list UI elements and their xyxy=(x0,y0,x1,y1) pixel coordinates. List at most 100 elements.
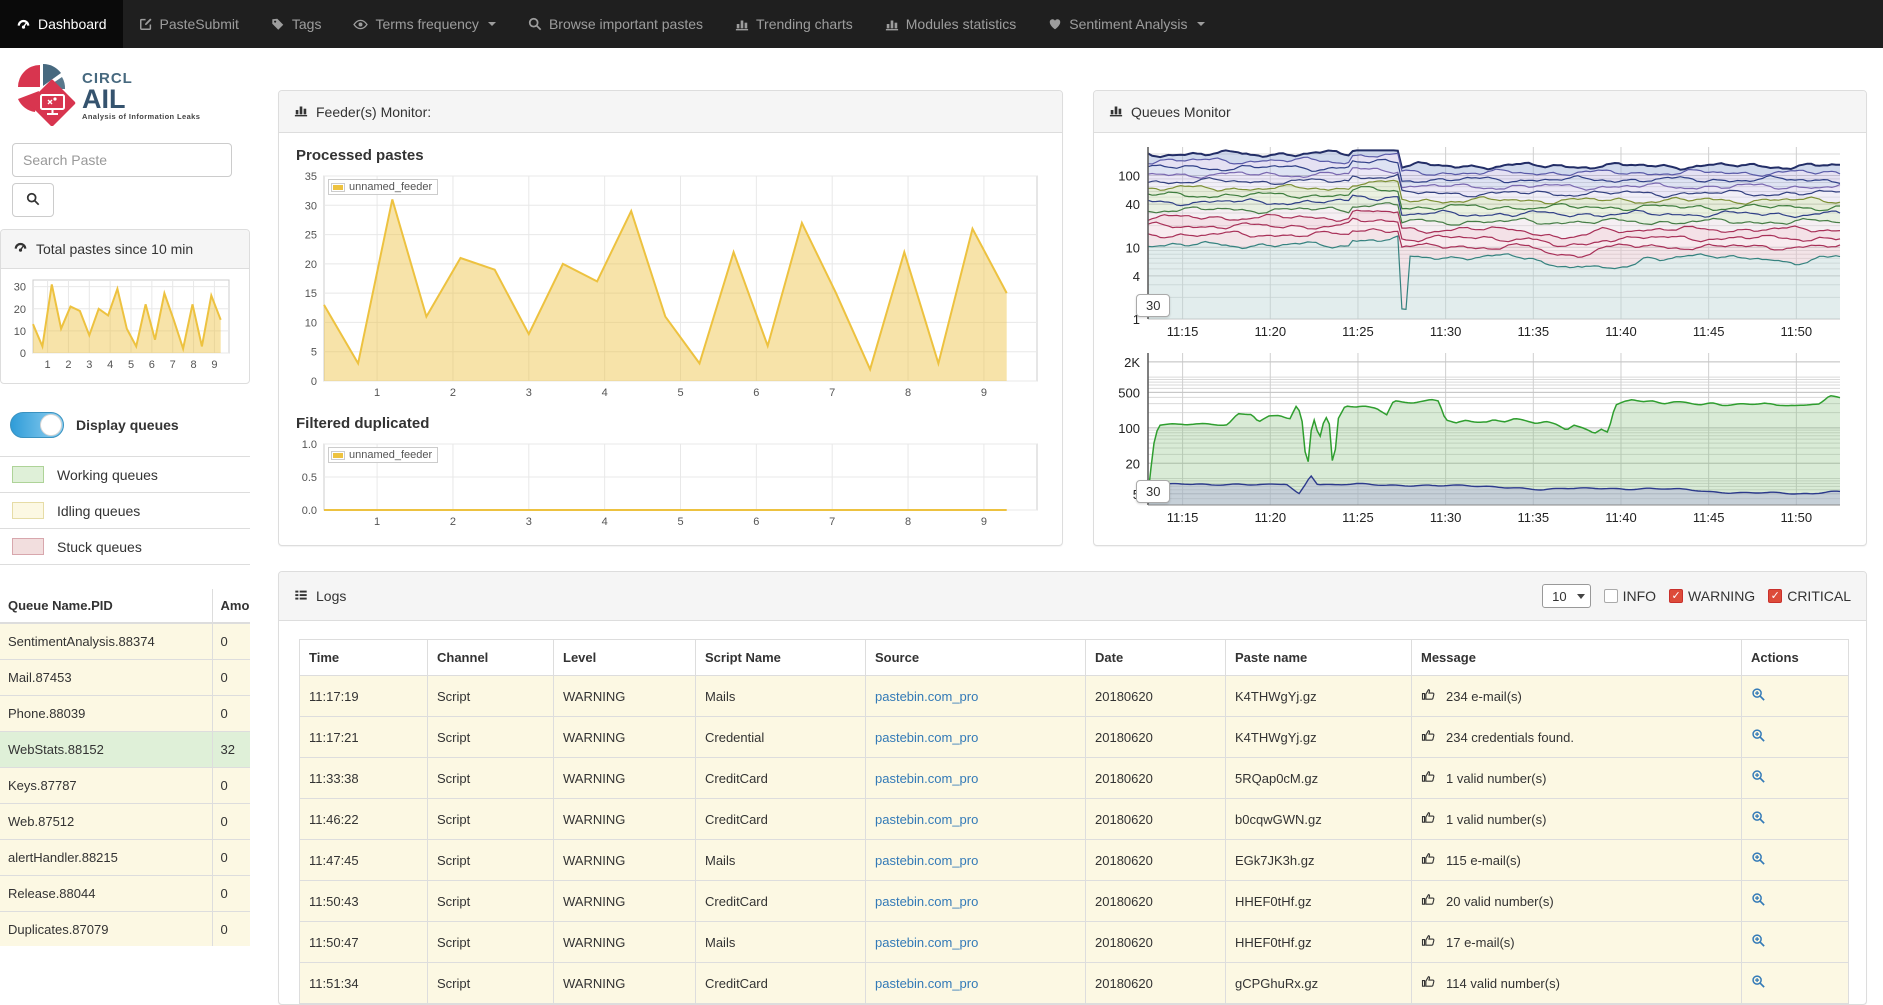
svg-text:10: 10 xyxy=(14,326,26,338)
paste-submit-icon xyxy=(139,17,153,31)
log-script: CreditCard xyxy=(696,963,866,1004)
log-message: 114 valid number(s) xyxy=(1412,963,1742,1004)
nav-item-label: Dashboard xyxy=(38,16,107,32)
queue-table: Queue Name.PID Amount SentimentAnalysis.… xyxy=(0,589,250,946)
logs-header: Logs 10 INFO✓WARNING✓CRITICAL xyxy=(279,572,1866,621)
search-icon xyxy=(26,192,40,209)
legend-label: Stuck queues xyxy=(57,539,142,555)
search-paste-input[interactable] xyxy=(12,143,232,177)
zoom-in-icon[interactable] xyxy=(1751,810,1766,828)
zoom-in-icon[interactable] xyxy=(1751,933,1766,951)
search-button[interactable] xyxy=(12,183,54,217)
zoom-in-icon[interactable] xyxy=(1751,728,1766,746)
log-channel: Script xyxy=(428,840,554,881)
total-pastes-title: Total pastes since 10 min xyxy=(36,241,193,257)
svg-text:1: 1 xyxy=(374,516,380,528)
log-paste-name: b0cqwGWN.gz xyxy=(1226,799,1412,840)
zoom-in-icon[interactable] xyxy=(1751,851,1766,869)
checkbox-icon: ✓ xyxy=(1768,589,1782,603)
log-time: 11:46:22 xyxy=(300,799,428,840)
source-link[interactable]: pastebin.com_pro xyxy=(875,730,978,745)
nav-item-label: Trending charts xyxy=(756,16,853,32)
queues-in-window-input[interactable]: 30 xyxy=(1136,294,1170,317)
svg-text:11:40: 11:40 xyxy=(1605,510,1637,525)
legend-swatch xyxy=(12,502,44,519)
logs-controls: 10 INFO ✓WARNING ✓CRITICAL xyxy=(1542,584,1851,608)
log-source: pastebin.com_pro xyxy=(866,881,1086,922)
bar-chart-icon xyxy=(1109,103,1123,120)
log-date: 20180620 xyxy=(1086,963,1226,1004)
zoom-in-icon[interactable] xyxy=(1751,974,1766,992)
log-row: 11:51:34ScriptWARNINGCreditCardpastebin.… xyxy=(300,963,1849,1004)
legend-swatch xyxy=(12,466,44,483)
processed-pastes-title: Processed pastes xyxy=(296,147,1047,164)
legend-working-queues: Working queues xyxy=(0,456,250,492)
log-source: pastebin.com_pro xyxy=(866,840,1086,881)
filtered-duplicated-title: Filtered duplicated xyxy=(296,415,1047,432)
log-channel: Script xyxy=(428,676,554,717)
logs-col-paste-name: Paste name xyxy=(1226,640,1412,676)
source-link[interactable]: pastebin.com_pro xyxy=(875,935,978,950)
queue-amount: 0 xyxy=(212,623,250,660)
log-row: 11:50:43ScriptWARNINGCreditCardpastebin.… xyxy=(300,881,1849,922)
nav-item-tags[interactable]: Tags xyxy=(255,0,338,48)
filter-info-checkbox[interactable]: INFO xyxy=(1604,588,1656,604)
feeder-monitor-title: Feeder(s) Monitor: xyxy=(316,104,431,120)
nav-item-label: Terms frequency xyxy=(375,16,478,32)
queue-row: WebStats.8815232 xyxy=(0,732,250,768)
nav-item-browse-important-pastes[interactable]: Browse important pastes xyxy=(512,0,719,48)
display-queues-toggle[interactable] xyxy=(10,412,64,438)
svg-text:5: 5 xyxy=(311,347,317,359)
logs-page-size-value: 10 xyxy=(1552,589,1566,604)
log-source: pastebin.com_pro xyxy=(866,758,1086,799)
log-date: 20180620 xyxy=(1086,922,1226,963)
nav-item-label: Tags xyxy=(292,16,322,32)
svg-text:11:15: 11:15 xyxy=(1167,510,1199,525)
log-date: 20180620 xyxy=(1086,881,1226,922)
nav-item-trending-charts[interactable]: Trending charts xyxy=(719,0,869,48)
queue-row: Duplicates.870790 xyxy=(0,912,250,947)
svg-text:0: 0 xyxy=(311,376,317,388)
queue-name: Keys.87787 xyxy=(0,768,212,804)
svg-text:8: 8 xyxy=(190,359,196,371)
nav-item-sentiment-analysis[interactable]: Sentiment Analysis xyxy=(1032,0,1220,48)
logo-graphic-icon xyxy=(10,62,76,129)
zoom-in-icon[interactable] xyxy=(1751,769,1766,787)
source-link[interactable]: pastebin.com_pro xyxy=(875,812,978,827)
log-actions xyxy=(1742,840,1849,881)
dashboard-icon xyxy=(16,17,31,32)
queue-amount: 0 xyxy=(212,876,250,912)
chart-legend: unnamed_feeder xyxy=(328,447,438,463)
logs-page-size-select[interactable]: 10 xyxy=(1542,584,1590,608)
queues-out-window-input[interactable]: 30 xyxy=(1136,480,1170,503)
filter-warning-checkbox[interactable]: ✓WARNING xyxy=(1669,588,1755,604)
log-paste-name: K4THWgYj.gz xyxy=(1226,676,1412,717)
navbar: Dashboard PasteSubmit Tags Terms frequency B… xyxy=(0,0,1883,48)
log-channel: Script xyxy=(428,922,554,963)
nav-item-dashboard[interactable]: Dashboard xyxy=(0,0,123,48)
log-date: 20180620 xyxy=(1086,676,1226,717)
zoom-in-icon[interactable] xyxy=(1751,687,1766,705)
display-queues-label: Display queues xyxy=(76,417,179,433)
svg-text:3: 3 xyxy=(86,359,92,371)
log-script: Credential xyxy=(696,717,866,758)
processed-pastes-chart: 05101520253035123456789unnamed_feeder xyxy=(294,170,1047,403)
main-content: Feeder(s) Monitor: Processed pastes 0 5 10… xyxy=(278,90,1867,1005)
nav-item-modules-statistics[interactable]: Modules statistics xyxy=(869,0,1032,48)
source-link[interactable]: pastebin.com_pro xyxy=(875,689,978,704)
log-message-text: 1 valid number(s) xyxy=(1446,812,1546,827)
zoom-in-icon[interactable] xyxy=(1751,892,1766,910)
svg-text:20: 20 xyxy=(14,304,26,316)
svg-text:3: 3 xyxy=(526,516,532,528)
source-link[interactable]: pastebin.com_pro xyxy=(875,976,978,991)
caret-down-icon xyxy=(488,22,496,26)
queue-name: WebStats.88152 xyxy=(0,732,212,768)
nav-item-paste-submit[interactable]: PasteSubmit xyxy=(123,0,255,48)
source-link[interactable]: pastebin.com_pro xyxy=(875,771,978,786)
svg-text:11:40: 11:40 xyxy=(1605,324,1637,339)
filtered-duplicated-chart: 0.00.51.0123456789unnamed_feeder xyxy=(294,438,1047,532)
source-link[interactable]: pastebin.com_pro xyxy=(875,853,978,868)
filter-critical-checkbox[interactable]: ✓CRITICAL xyxy=(1768,588,1851,604)
source-link[interactable]: pastebin.com_pro xyxy=(875,894,978,909)
nav-item-terms-frequency[interactable]: Terms frequency xyxy=(337,0,511,48)
